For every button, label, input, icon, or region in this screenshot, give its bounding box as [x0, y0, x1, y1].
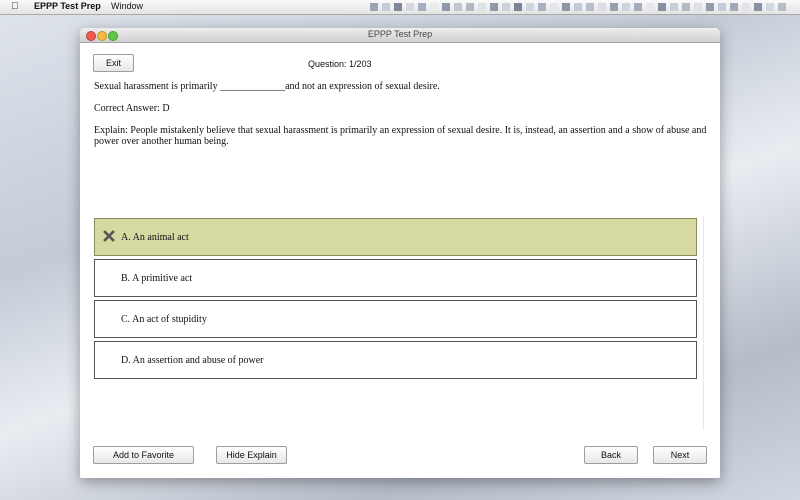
window-menu[interactable]: Window: [111, 1, 143, 11]
option-a[interactable]: A. An animal act: [94, 218, 697, 256]
add-to-favorite-button[interactable]: Add to Favorite: [93, 446, 194, 464]
apple-menu-icon[interactable]: : [11, 1, 19, 12]
exit-button[interactable]: Exit: [93, 54, 134, 72]
app-window: EPPP Test Prep Exit Question: 1/203 Sexu…: [80, 28, 720, 478]
explanation-text: Explain: People mistakenly believe that …: [94, 125, 707, 147]
options-scrollbar[interactable]: [703, 216, 709, 430]
option-label: B. A primitive act: [121, 273, 193, 284]
option-label: A. An animal act: [121, 232, 189, 243]
question-counter: Question: 1/203: [308, 59, 372, 69]
title-bar[interactable]: EPPP Test Prep: [80, 28, 720, 43]
next-button[interactable]: Next: [653, 446, 707, 464]
option-b[interactable]: B. A primitive act: [94, 259, 697, 297]
correct-answer: Correct Answer: D: [94, 103, 170, 114]
window-title: EPPP Test Prep: [367, 29, 433, 39]
hide-explain-button[interactable]: Hide Explain: [216, 446, 287, 464]
app-menu[interactable]: EPPP Test Prep: [34, 1, 101, 11]
option-d[interactable]: D. An assertion and abuse of power: [94, 341, 697, 379]
option-label: C. An act of stupidity: [121, 314, 207, 325]
back-button[interactable]: Back: [584, 446, 638, 464]
question-text: Sexual harassment is primarily _________…: [94, 81, 440, 92]
option-label: D. An assertion and abuse of power: [121, 355, 264, 366]
menu-bar:  EPPP Test Prep Window: [0, 0, 800, 15]
menu-extras: [370, 3, 786, 12]
x-mark-icon: [103, 230, 115, 242]
option-c[interactable]: C. An act of stupidity: [94, 300, 697, 338]
